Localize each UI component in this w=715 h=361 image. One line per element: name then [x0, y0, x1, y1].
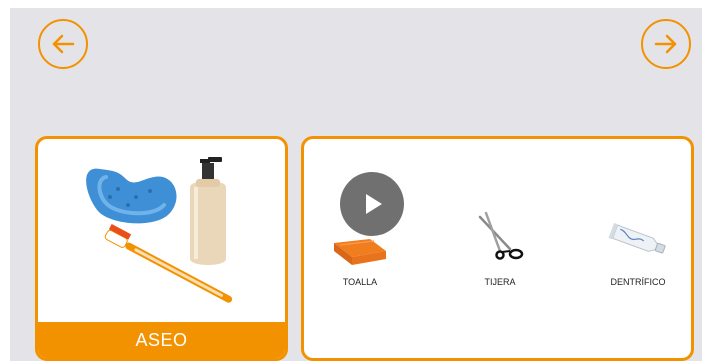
arrow-right-icon [654, 34, 677, 54]
item-label: DENTRÍFICO [610, 277, 666, 287]
category-label: ASEO [135, 329, 188, 350]
item-dentrifico[interactable]: DENTRÍFICO [588, 199, 688, 299]
category-card-aseo[interactable]: ASEO [35, 136, 288, 361]
app-screen: ASEO TOALLA TIJERA DENTRÍFICO [10, 8, 702, 361]
play-button[interactable] [340, 172, 404, 236]
back-button[interactable] [38, 19, 88, 69]
sponge-soap-toothbrush-image [86, 157, 233, 303]
scissors-icon [478, 211, 524, 260]
item-tijera[interactable]: TIJERA [450, 199, 550, 299]
category-label-bar: ASEO [38, 322, 285, 358]
app-stage: ASEO TOALLA TIJERA DENTRÍFICO [0, 0, 715, 361]
play-icon [366, 194, 382, 214]
arrow-left-icon [52, 34, 75, 54]
toothpaste-icon [608, 222, 666, 254]
forward-button[interactable] [641, 19, 691, 69]
item-label: TIJERA [484, 277, 516, 287]
items-panel: TOALLA TIJERA DENTRÍFICO [301, 136, 694, 361]
item-label: TOALLA [342, 277, 378, 287]
